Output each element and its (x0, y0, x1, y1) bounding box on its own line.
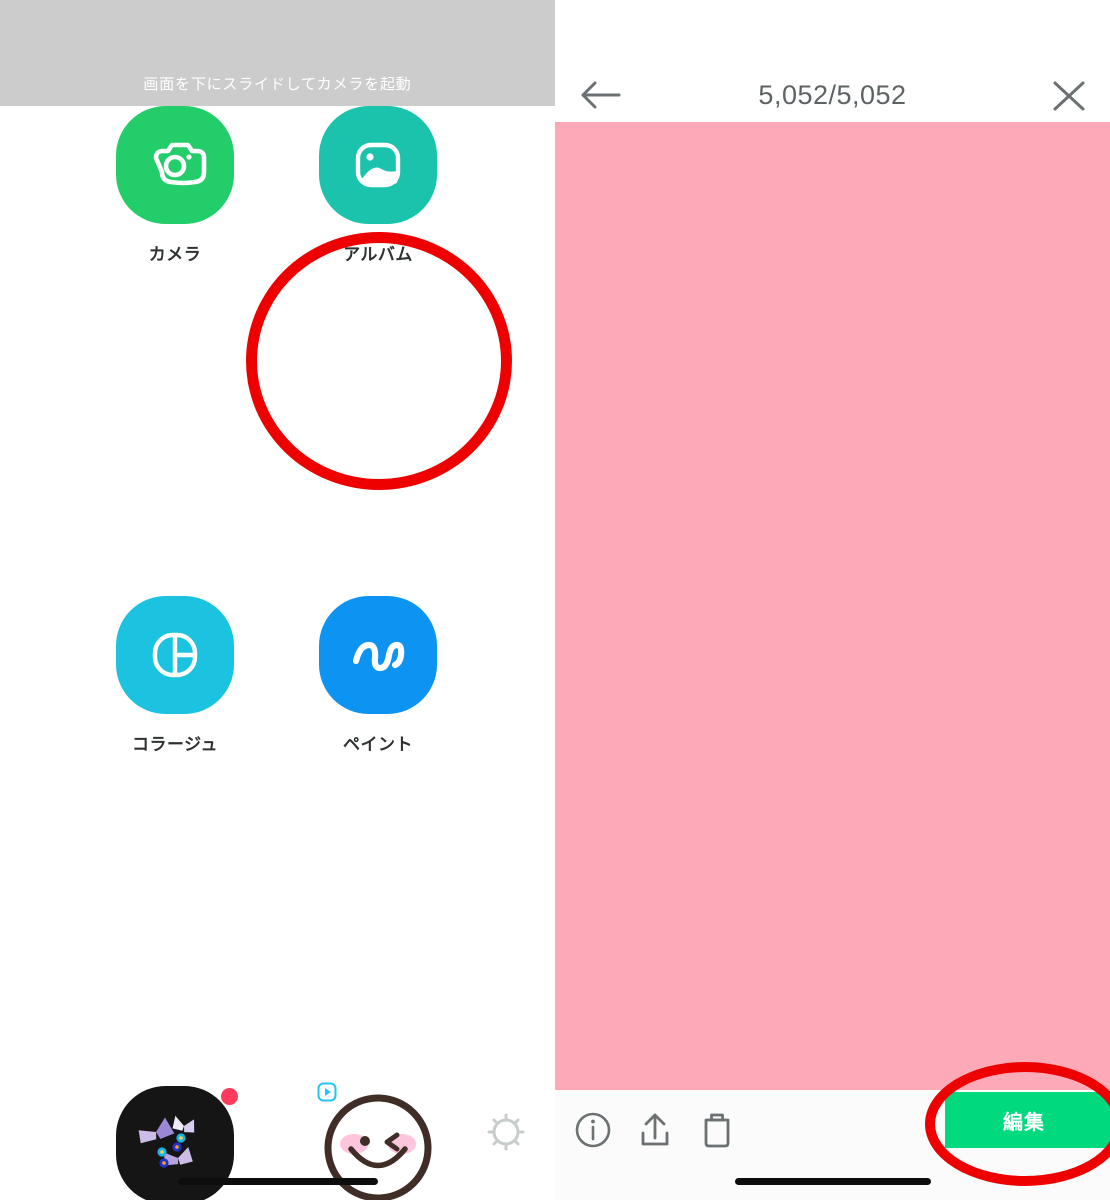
notification-dot-icon (221, 1088, 238, 1105)
brush-icon (319, 596, 437, 714)
slide-down-camera-banner[interactable]: 画面を下にスライドしてカメラを起動 (0, 0, 555, 106)
paint-app-icon-wrap (319, 596, 437, 714)
delete-button[interactable] (693, 1106, 741, 1154)
collage-app-icon-wrap (116, 596, 234, 714)
settings-gear-button[interactable] (482, 1108, 530, 1156)
app-grid: カメラ アルバム コラージュ ペイント (0, 106, 555, 1200)
collage-icon (116, 596, 234, 714)
app-tile-album[interactable]: アルバム (278, 106, 478, 265)
app-tile-camera[interactable]: カメラ (75, 106, 275, 265)
photo-preview[interactable] (555, 122, 1110, 1090)
photo-viewer-header: 5,052/5,052 (555, 0, 1110, 122)
home-indicator[interactable] (178, 1178, 378, 1185)
app-tile-album-label: アルバム (343, 245, 413, 264)
edit-button[interactable]: 編集 (945, 1092, 1110, 1148)
app-tile-paint-label: ペイント (343, 735, 413, 754)
app-tile-collage-label: コラージュ (132, 735, 218, 754)
close-button[interactable] (1046, 74, 1092, 118)
edit-button-label: 編集 (1003, 1111, 1045, 1134)
photo-viewer-panel: 5,052/5,052 編集 (555, 0, 1110, 1200)
app-tile-paint[interactable]: ペイント (278, 596, 478, 755)
ad-play-badge-icon (317, 1082, 337, 1102)
photo-counter-label: 5,052/5,052 (758, 80, 907, 110)
app-row: コラージュ ペイント (0, 596, 555, 841)
app-row: カメラ アルバム (0, 106, 555, 351)
close-x-icon (1053, 81, 1085, 111)
album-app-icon-wrap (319, 106, 437, 224)
app-tile-collage[interactable]: コラージュ (75, 596, 275, 755)
info-button[interactable] (569, 1106, 617, 1154)
info-circle-icon (575, 1112, 611, 1148)
camera-icon (116, 106, 234, 224)
trash-icon (704, 1113, 730, 1148)
share-button[interactable] (631, 1106, 679, 1154)
share-upload-icon (641, 1113, 669, 1146)
app-tile-camera-label: カメラ (148, 245, 202, 264)
home-indicator[interactable] (735, 1178, 931, 1185)
gear-icon (487, 1113, 525, 1151)
screenshot-root: 画面を下にスライドしてカメラを起動 カメラ アルバム コラージュ ペイント 5,… (0, 0, 1110, 1200)
slide-down-camera-banner-label: 画面を下にスライドしてカメラを起動 (143, 76, 412, 93)
photo-icon (319, 106, 437, 224)
home-screen-panel: 画面を下にスライドしてカメラを起動 カメラ アルバム コラージュ ペイント (0, 0, 555, 1200)
camera-app-icon-wrap (116, 106, 234, 224)
